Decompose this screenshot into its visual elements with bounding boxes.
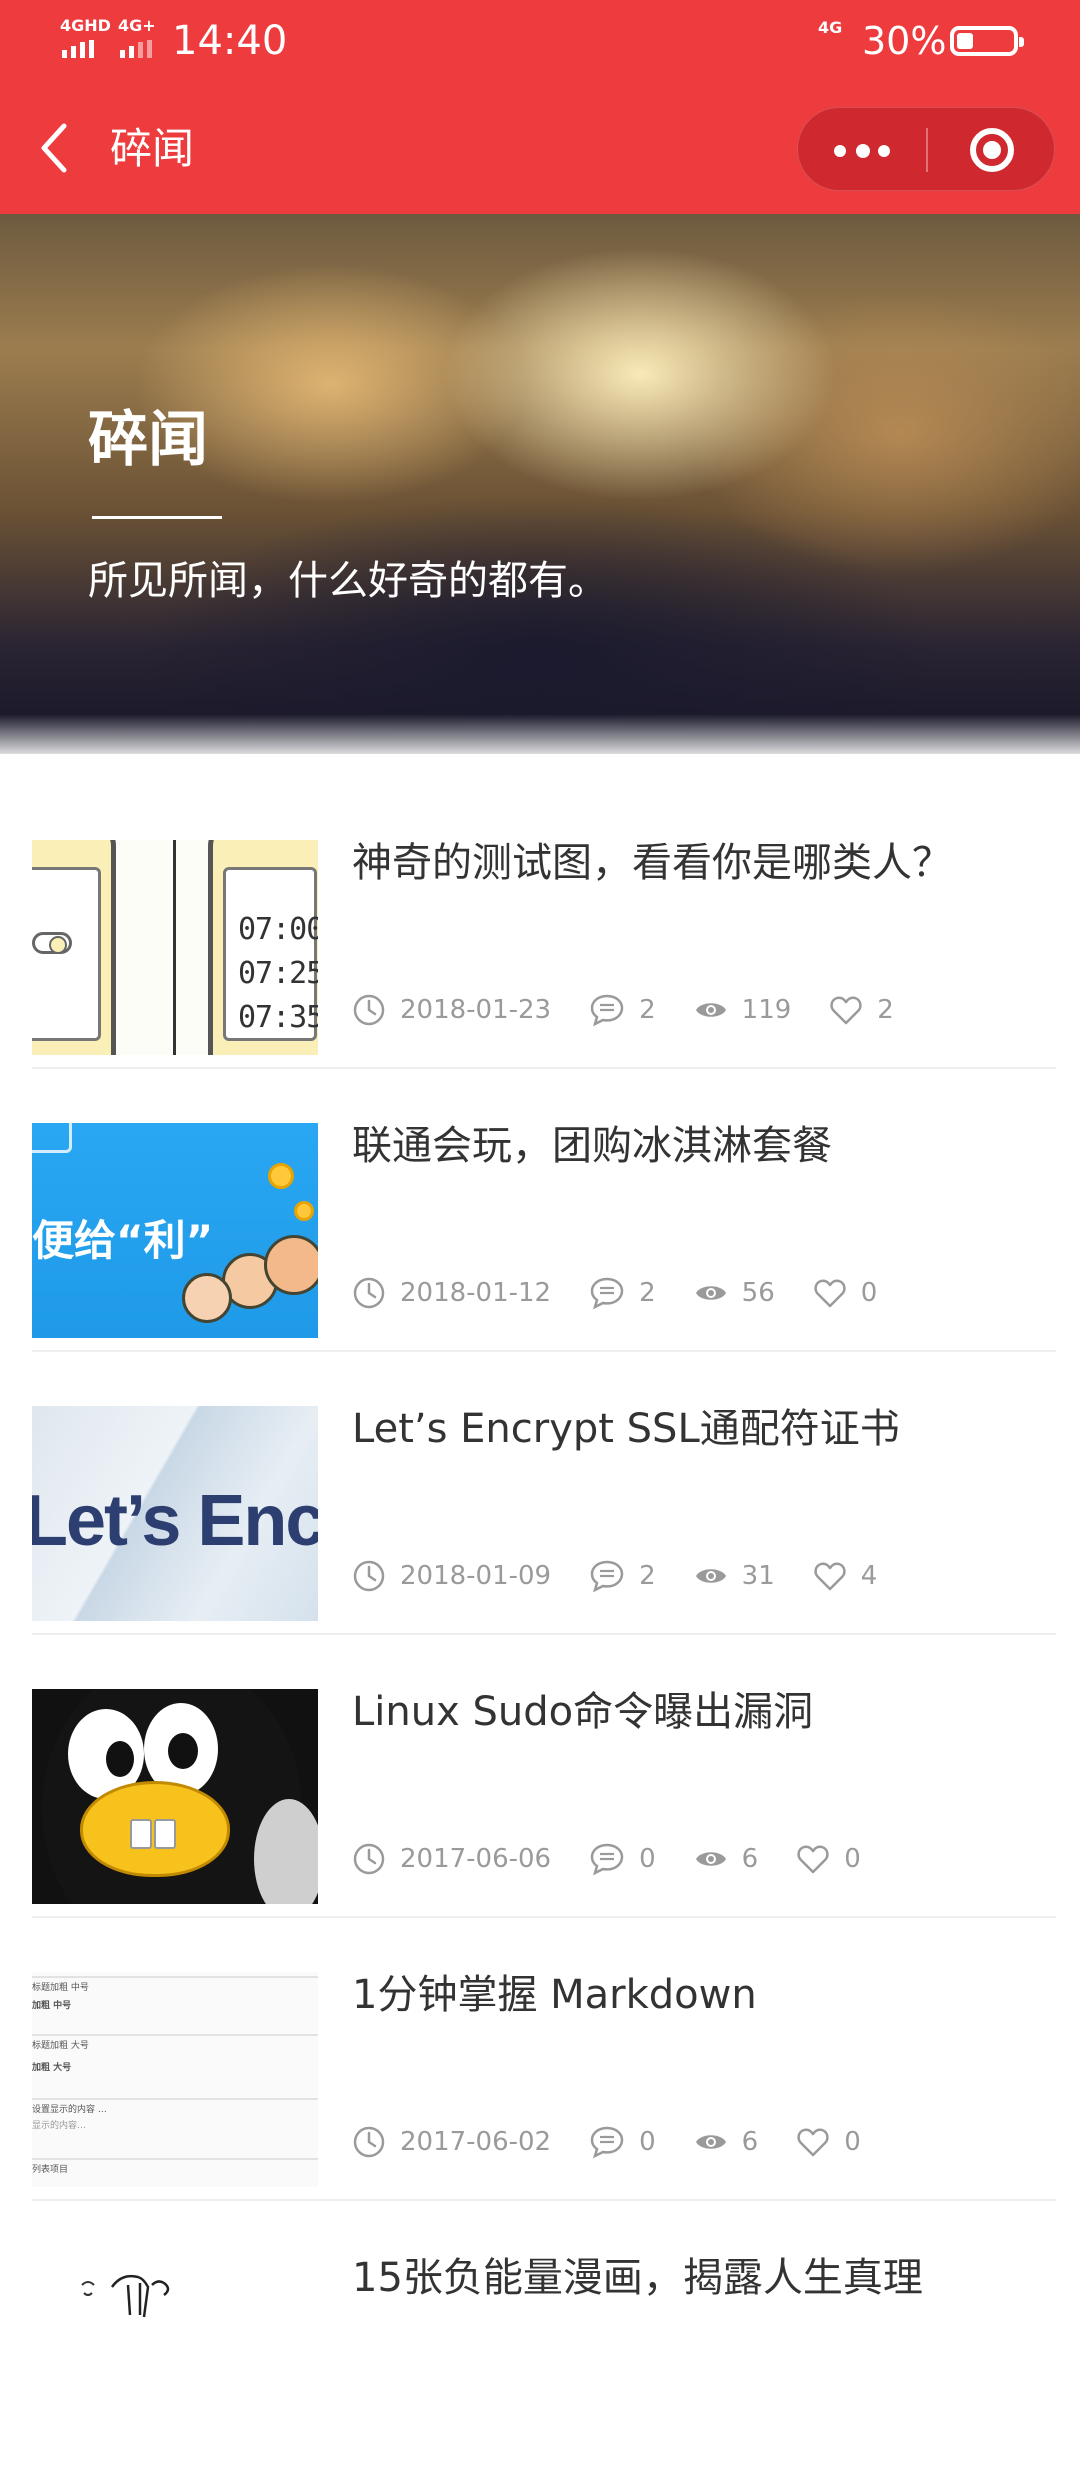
category-banner: 碎闻 所见所闻，什么好奇的都有。 <box>0 214 1080 754</box>
clock-icon <box>353 994 385 1026</box>
list-item[interactable]: 标题加粗 中号 加粗 中号 标题加粗 大号 加粗 大号 设置显示的内容 … 显示… <box>32 1918 1056 2201</box>
post-meta: 2017-06-06 0 6 0 <box>352 1839 899 1879</box>
list-item[interactable]: Let’s Enc Let’s Encrypt SSL通配符证书 2018-01… <box>32 1352 1056 1635</box>
post-date: 2017-06-06 <box>400 1844 552 1874</box>
view-count: 6 <box>741 2127 759 2157</box>
comment-count: 2 <box>639 1278 656 1308</box>
heart-icon <box>797 2128 829 2157</box>
post-title: 联通会玩，团购冰淇淋套餐 <box>352 1123 832 1169</box>
view-count: 119 <box>741 995 792 1025</box>
thumb-line: 加粗 大号 <box>32 2063 72 2073</box>
thumb-line: 列表项目 <box>32 2165 69 2175</box>
battery-percent: 30% <box>862 19 947 63</box>
post-thumbnail: Let’s Enc <box>32 1406 318 1621</box>
view-count: 6 <box>741 1844 759 1874</box>
clock-icon <box>353 2126 385 2158</box>
comment-icon <box>590 1560 624 1593</box>
post-title: Linux Sudo命令曝出漏洞 <box>352 1689 814 1735</box>
list-item[interactable]: 07:00 07:25 07:35 神奇的测试图，看看你是哪类人？ 2018-0… <box>32 786 1056 1069</box>
post-date: 2017-06-02 <box>400 2127 552 2157</box>
signal-bars-2-icon <box>120 40 152 58</box>
post-meta: 2018-01-09 2 31 4 <box>352 1556 915 1596</box>
page-title: 碎闻 <box>110 124 195 173</box>
thumb-clock-3: 07:35 <box>238 1000 318 1035</box>
view-count: 56 <box>741 1278 775 1308</box>
signal-label-2: 4G+ <box>118 16 156 35</box>
chevron-left-icon <box>41 123 67 173</box>
back-button[interactable] <box>34 118 74 178</box>
post-thumbnail: 07:00 07:25 07:35 <box>32 840 318 1055</box>
navigation-bar: 碎闻 <box>0 84 1080 214</box>
post-thumbnail: 标题加粗 中号 加粗 中号 标题加粗 大号 加粗 大号 设置显示的内容 … 显示… <box>32 1972 318 2187</box>
post-date: 2018-01-09 <box>400 1561 552 1591</box>
like-count: 2 <box>877 995 894 1025</box>
thumb-line: 标题加粗 中号 <box>32 1983 89 1993</box>
network-label: 4G <box>818 18 843 37</box>
mini-program-capsule <box>797 107 1055 191</box>
comment-count: 2 <box>639 1561 656 1591</box>
comic-sketch-icon <box>81 2274 170 2318</box>
clock-icon <box>353 1277 385 1309</box>
comment-icon <box>590 2126 624 2159</box>
thumb-line: 标题加粗 大号 <box>32 2041 89 2051</box>
like-count: 0 <box>844 1844 861 1874</box>
comment-count: 0 <box>639 1844 656 1874</box>
post-title: 1分钟掌握 Markdown <box>352 1972 757 2018</box>
list-item[interactable]: Linux Sudo命令曝出漏洞 2017-06-06 0 6 0 <box>32 1635 1056 1918</box>
post-list: 07:00 07:25 07:35 神奇的测试图，看看你是哪类人？ 2018-0… <box>32 786 1056 2484</box>
eye-icon <box>695 1286 726 1300</box>
thumb-clock-1: 07:00 <box>238 912 318 947</box>
heart-icon <box>814 1562 846 1591</box>
heart-icon <box>830 996 862 1025</box>
banner-subtitle: 所见所闻，什么好奇的都有。 <box>88 558 608 604</box>
comment-count: 0 <box>639 2127 656 2157</box>
thumb-text: 便给“利” <box>32 1216 214 1265</box>
post-thumbnail <box>32 1689 318 1904</box>
post-thumbnail <box>32 2255 318 2470</box>
like-count: 0 <box>860 1278 878 1308</box>
clock-icon <box>353 1843 385 1875</box>
list-item[interactable]: 便给“利” 联通会玩，团购冰淇淋套餐 2018-01-12 2 56 0 <box>32 1069 1056 1352</box>
close-mini-program-button[interactable] <box>928 108 1056 192</box>
comment-icon <box>590 1843 624 1876</box>
post-thumbnail: 便给“利” <box>32 1123 318 1338</box>
post-meta: 2018-01-12 2 56 0 <box>352 1273 915 1313</box>
like-count: 4 <box>860 1561 878 1591</box>
thumb-clock-2: 07:25 <box>238 956 318 991</box>
eye-icon <box>695 2135 726 2149</box>
thumb-line: 显示的内容… <box>32 2121 87 2131</box>
top-bar: 4GHD 4G+ 14:40 4G 30% 碎闻 <box>0 0 1080 214</box>
thumb-line: 加粗 中号 <box>32 2001 72 2011</box>
post-date: 2018-01-12 <box>400 1278 552 1308</box>
signal-label-1: 4GHD <box>60 16 111 35</box>
comment-icon <box>590 994 624 1027</box>
eye-icon <box>695 1569 726 1583</box>
post-title: 神奇的测试图，看看你是哪类人？ <box>352 840 952 886</box>
thumb-text: Let’s Enc <box>32 1481 318 1561</box>
thumb-line: 设置显示的内容 … <box>32 2105 107 2115</box>
heart-icon <box>797 1845 829 1874</box>
post-title: Let’s Encrypt SSL通配符证书 <box>352 1406 900 1452</box>
eye-icon <box>695 1852 726 1866</box>
status-bar: 4GHD 4G+ 14:40 4G 30% <box>0 0 1080 84</box>
comment-icon <box>590 1277 624 1310</box>
more-button[interactable] <box>798 108 926 192</box>
list-item[interactable]: 15张负能量漫画，揭露人生真理 <box>32 2201 1056 2484</box>
post-date: 2018-01-23 <box>400 995 552 1025</box>
view-count: 31 <box>741 1561 775 1591</box>
battery-icon <box>950 26 1024 56</box>
post-meta: 2018-01-23 2 119 2 <box>352 990 932 1030</box>
post-title: 15张负能量漫画，揭露人生真理 <box>352 2255 923 2301</box>
comment-count: 2 <box>639 995 656 1025</box>
signal-bars-icon <box>62 40 94 58</box>
like-count: 0 <box>844 2127 861 2157</box>
clock-icon <box>353 1560 385 1592</box>
banner-title: 碎闻 <box>88 405 208 475</box>
heart-icon <box>814 1279 846 1308</box>
post-meta: 2017-06-02 0 6 0 <box>352 2122 899 2162</box>
eye-icon <box>695 1003 726 1017</box>
banner-divider <box>92 516 222 519</box>
status-time: 14:40 <box>172 18 288 64</box>
